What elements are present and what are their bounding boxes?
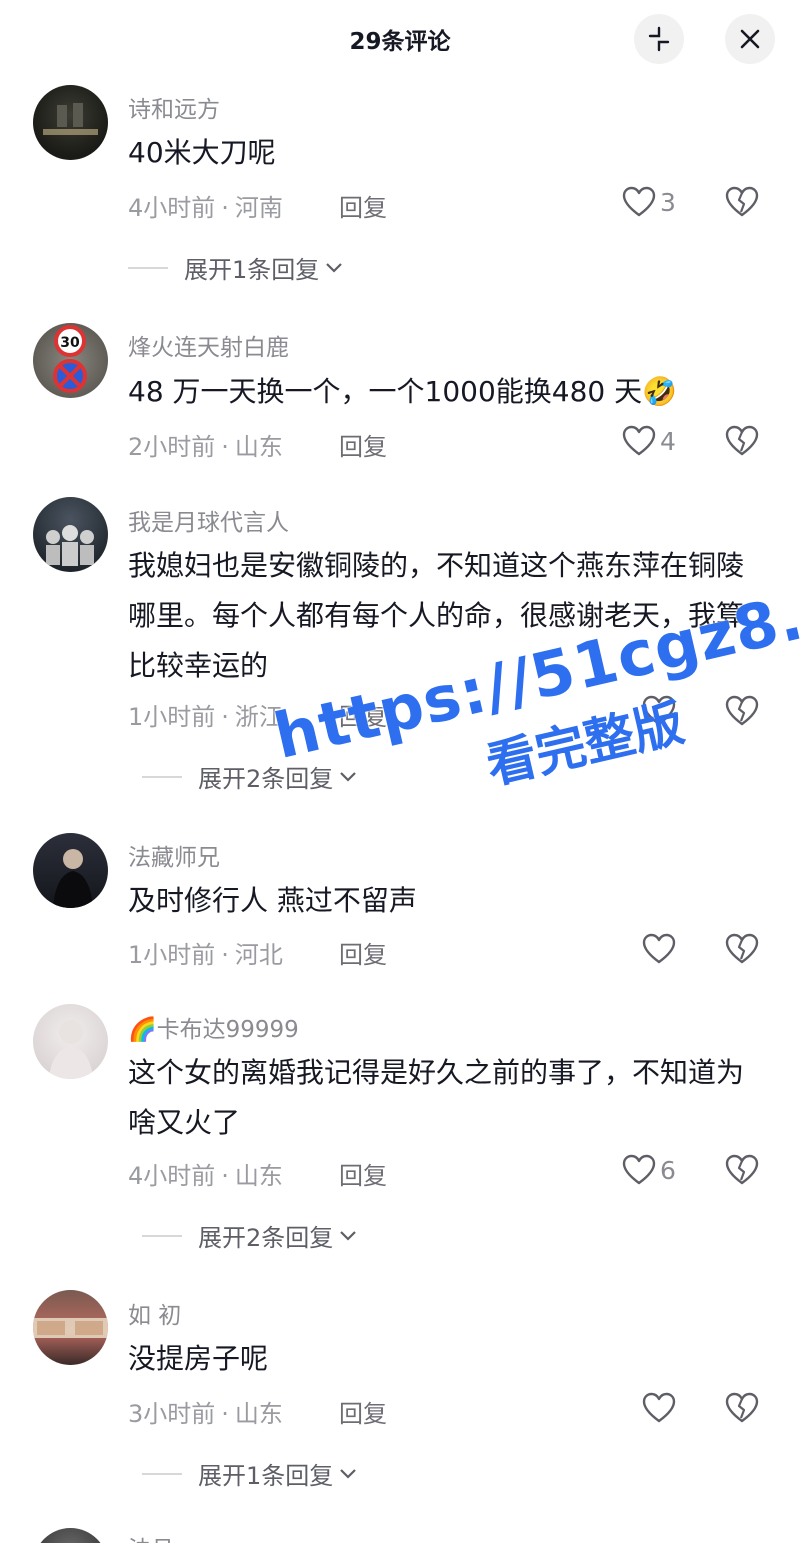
comment-location: 河南 — [234, 194, 283, 222]
comment-meta: 4小时前 · 山东 — [128, 1162, 283, 1190]
dislike-button[interactable] — [725, 425, 759, 461]
like-count: 4 — [660, 426, 676, 456]
like-button[interactable] — [642, 695, 676, 727]
comment-time: 1小时前 — [128, 703, 216, 731]
like-button[interactable] — [642, 1392, 676, 1424]
comment-text: 我媳妇也是安徽铜陵的，不知道这个燕东萍在铜陵哪里。每个人都有每个人的命，很感谢老… — [128, 549, 745, 682]
comment-time: 4小时前 — [128, 194, 216, 222]
username[interactable]: 法藏师兄 — [128, 838, 220, 872]
expand-replies-label: 展开2条回复 — [198, 1224, 334, 1252]
chevron-down-icon — [326, 262, 343, 273]
broken-heart-icon — [725, 1154, 759, 1185]
divider-line — [142, 1234, 182, 1237]
heart-icon — [622, 425, 656, 456]
chevron-down-icon — [340, 1468, 357, 1479]
expand-replies-button[interactable]: 展开2条回复 — [142, 1218, 357, 1253]
comment-location: 浙江 — [234, 703, 283, 731]
comment-meta: 3小时前 · 山东 — [128, 1400, 283, 1428]
expand-replies-label: 展开1条回复 — [198, 1462, 334, 1490]
dislike-button[interactable] — [725, 695, 759, 731]
username[interactable]: 法月 — [128, 1530, 174, 1543]
comment-time: 2小时前 — [128, 433, 216, 461]
broken-heart-icon — [725, 1392, 759, 1423]
like-button[interactable]: 6 — [622, 1154, 676, 1186]
expand-replies-button[interactable]: 展开2条回复 — [142, 759, 357, 794]
like-count: 3 — [660, 187, 676, 217]
comment-time: 4小时前 — [128, 1162, 216, 1190]
comment-text: 40米大刀呢 — [128, 136, 276, 169]
broken-heart-icon — [725, 425, 759, 456]
comments-header: 29条评论 — [0, 0, 800, 78]
expand-replies-button[interactable]: 展开1条回复 — [128, 250, 343, 285]
reply-button[interactable]: 回复 — [339, 697, 387, 732]
comment-text: 48 万一天换一个，一个1000能换480 天🤣 — [128, 375, 677, 408]
avatar[interactable] — [33, 85, 108, 160]
comment-text: 没提房子呢 — [128, 1342, 269, 1375]
avatar[interactable] — [33, 497, 108, 572]
like-button[interactable]: 4 — [622, 425, 676, 457]
comment-text: 这个女的离婚我记得是好久之前的事了，不知道为啥又火了 — [128, 1056, 745, 1139]
dislike-button[interactable] — [725, 1154, 759, 1190]
avatar[interactable] — [33, 1528, 108, 1543]
like-button[interactable] — [642, 933, 676, 965]
comment-meta: 2小时前 · 山东 — [128, 433, 283, 461]
comment-location: 山东 — [234, 433, 283, 461]
like-count: 6 — [660, 1155, 676, 1185]
comment-location: 山东 — [234, 1162, 283, 1190]
reply-button[interactable]: 回复 — [339, 1156, 387, 1191]
comment-text: 及时修行人 燕过不留声 — [128, 884, 417, 917]
svg-text:30: 30 — [60, 335, 80, 351]
collapse-icon — [648, 26, 670, 52]
reply-button[interactable]: 回复 — [339, 1394, 387, 1429]
close-button[interactable] — [725, 14, 775, 64]
comment-location: 河北 — [234, 941, 283, 969]
comment-time: 3小时前 — [128, 1400, 216, 1428]
broken-heart-icon — [725, 933, 759, 964]
expand-replies-label: 展开1条回复 — [184, 256, 320, 284]
username[interactable]: 烽火连天射白鹿 — [128, 328, 289, 362]
divider-line — [128, 266, 168, 269]
broken-heart-icon — [725, 186, 759, 217]
avatar[interactable] — [33, 1290, 108, 1365]
expand-replies-button[interactable]: 展开1条回复 — [142, 1456, 357, 1491]
username[interactable]: 🌈卡布达99999 — [128, 1010, 299, 1044]
avatar[interactable] — [33, 833, 108, 908]
reply-button[interactable]: 回复 — [339, 188, 387, 223]
comment-time: 1小时前 — [128, 941, 216, 969]
chevron-down-icon — [340, 771, 357, 782]
close-icon — [740, 29, 760, 49]
comment-meta: 1小时前 · 河北 — [128, 941, 283, 969]
comment-meta: 1小时前 · 浙江 — [128, 703, 283, 731]
expand-replies-label: 展开2条回复 — [198, 765, 334, 793]
dislike-button[interactable] — [725, 186, 759, 222]
collapse-button[interactable] — [634, 14, 684, 64]
comment-meta: 4小时前 · 河南 — [128, 194, 283, 222]
chevron-down-icon — [340, 1230, 357, 1241]
reply-button[interactable]: 回复 — [339, 935, 387, 970]
dislike-button[interactable] — [725, 1392, 759, 1428]
comment-location: 山东 — [234, 1400, 283, 1428]
broken-heart-icon — [725, 695, 759, 726]
divider-line — [142, 775, 182, 778]
heart-icon — [622, 186, 656, 217]
heart-icon — [642, 1392, 676, 1423]
dislike-button[interactable] — [725, 933, 759, 969]
username[interactable]: 诗和远方 — [128, 90, 220, 124]
heart-icon — [622, 1154, 656, 1185]
heart-icon — [642, 695, 676, 726]
avatar[interactable]: 30 — [33, 323, 108, 398]
heart-icon — [642, 933, 676, 964]
avatar[interactable] — [33, 1004, 108, 1079]
like-button[interactable]: 3 — [622, 186, 676, 218]
username[interactable]: 我是月球代言人 — [128, 503, 289, 537]
username[interactable]: 如 初 — [128, 1296, 181, 1330]
reply-button[interactable]: 回复 — [339, 427, 387, 462]
divider-line — [142, 1472, 182, 1475]
